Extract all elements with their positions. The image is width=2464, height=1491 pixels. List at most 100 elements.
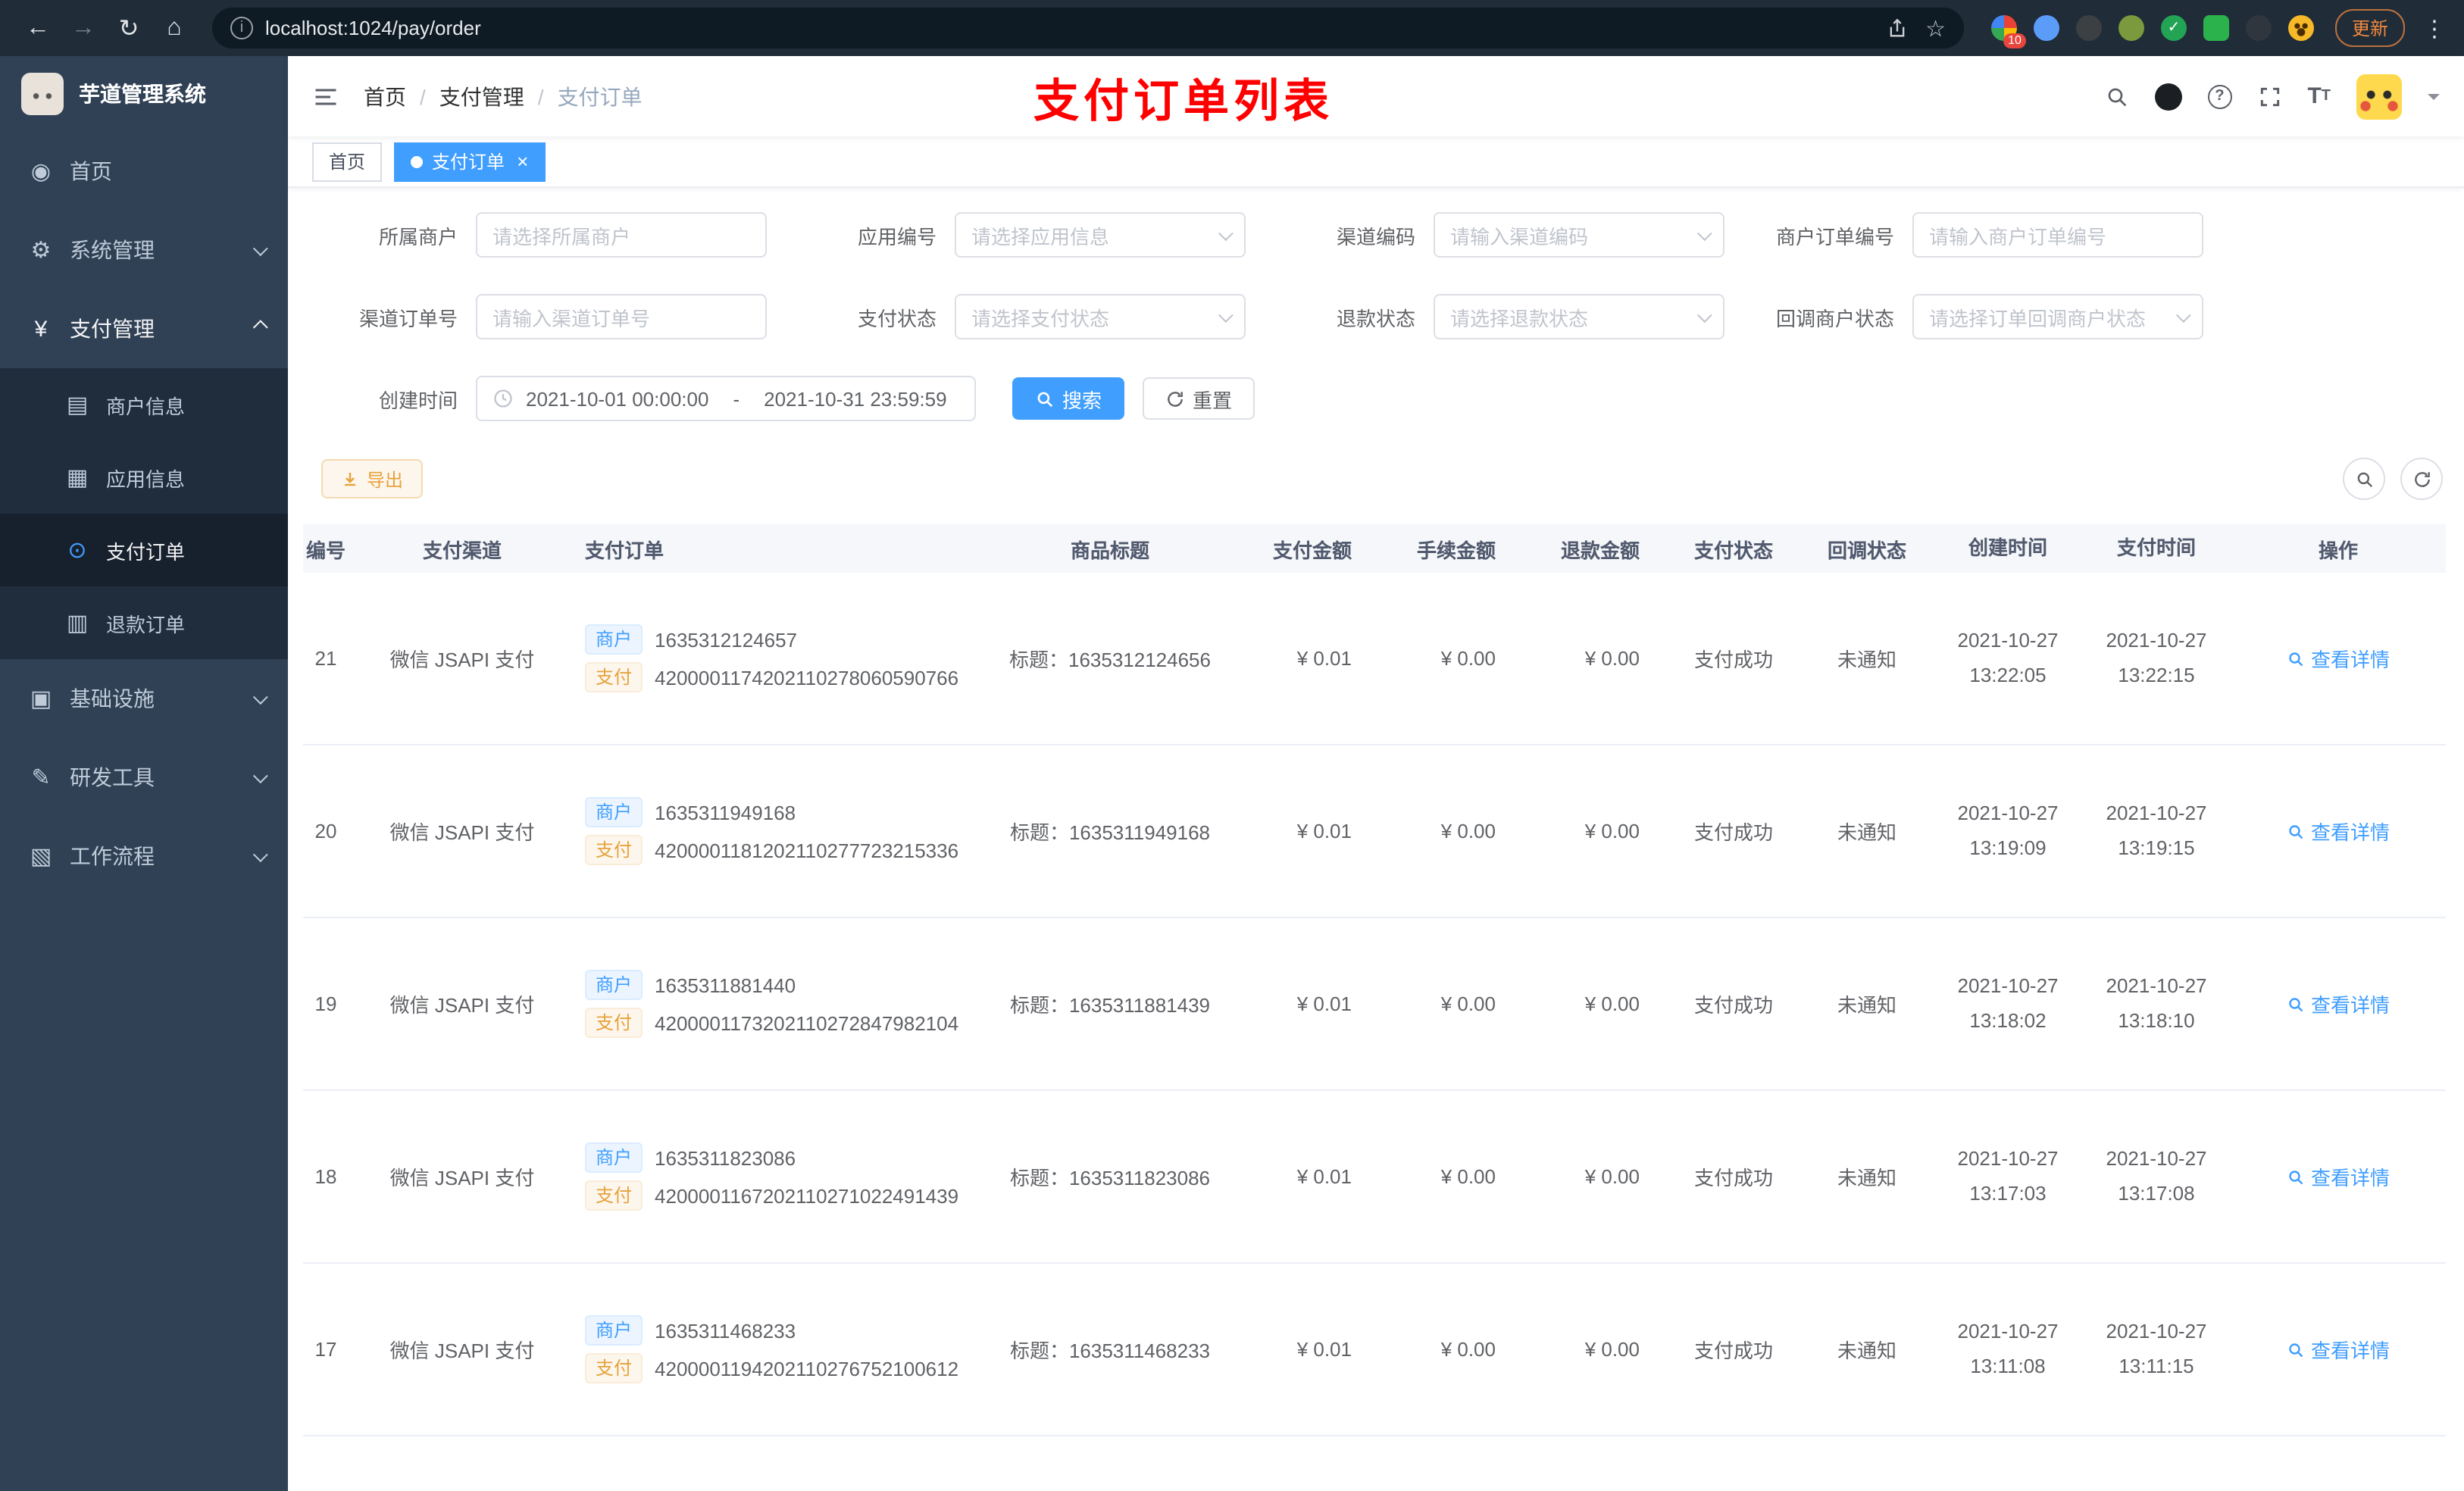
select-callback-status[interactable]: 请选择订单回调商户状态 — [1912, 294, 2203, 339]
cell-amount: ¥ 0.01 — [1296, 992, 1352, 1015]
pay-tag: 支付 — [585, 1353, 643, 1383]
orders-table: 编号 支付渠道 支付订单 商品标题 支付金额 手续金额 退款金额 支付状态 回调状态 创建时间 支付… — [303, 524, 2446, 1491]
input-merchant[interactable]: 请选择所属商户 — [476, 212, 767, 258]
table-toolbar: 导出 — [321, 458, 2443, 500]
app-logo[interactable]: 芋道管理系统 — [0, 56, 288, 132]
cell-channel: 微信 JSAPI 支付 — [389, 1167, 535, 1189]
date-separator: - — [733, 387, 740, 410]
column-header: 操作 — [2318, 539, 2358, 561]
select-pay-status[interactable]: 请选择支付状态 — [955, 294, 1246, 339]
sidebar-item-system[interactable]: ⚙ 系统管理 — [0, 211, 288, 289]
share-icon[interactable] — [1886, 17, 1907, 39]
hamburger-icon[interactable] — [312, 83, 339, 110]
chevron-down-icon — [252, 240, 268, 256]
extension-icon-6[interactable] — [2203, 15, 2229, 41]
export-button[interactable]: 导出 — [321, 459, 424, 499]
chevron-down-icon — [1218, 307, 1234, 323]
filter-field-merchant: 所属商户 请选择所属商户 — [330, 212, 767, 258]
view-detail-link[interactable]: 查看详情 — [2287, 1162, 2390, 1191]
reload-icon[interactable]: ↻ — [109, 8, 149, 48]
chevron-down-icon — [2175, 307, 2191, 323]
sidebar-item-merchant-info[interactable]: ▤ 商户信息 — [0, 368, 288, 441]
search-button[interactable]: 搜索 — [1012, 377, 1125, 420]
address-bar[interactable]: i localhost:1024/pay/order ☆ — [212, 8, 1964, 48]
sidebar-item-label: 退款订单 — [106, 613, 186, 636]
extension-icon-4[interactable] — [2118, 15, 2144, 41]
date-end: 2021-10-31 23:59:59 — [764, 387, 947, 410]
forward-icon[interactable]: → — [64, 8, 103, 48]
input-channel-order-no[interactable]: 请输入渠道订单号 — [476, 294, 767, 339]
info-icon[interactable]: i — [230, 17, 253, 39]
select-refund-status[interactable]: 请选择退款状态 — [1434, 294, 1724, 339]
tag-首页[interactable]: 首页 — [312, 142, 383, 181]
tool-icon: ✎ — [31, 765, 51, 791]
close-icon[interactable]: × — [517, 152, 528, 171]
cell-fee: ¥ 0.00 — [1440, 820, 1496, 842]
avatar[interactable] — [2356, 73, 2402, 119]
filter-label: 退款状态 — [1336, 307, 1415, 330]
extension-icon-7[interactable] — [2245, 15, 2272, 41]
cell-id: 17 — [314, 1338, 337, 1361]
select-channel-code[interactable]: 请输入渠道编码 — [1434, 212, 1724, 258]
font-size-icon[interactable]: TT — [2307, 83, 2331, 109]
sidebar-item-home[interactable]: ◉ 首页 — [0, 132, 288, 211]
extension-icon-2[interactable] — [2033, 15, 2059, 41]
github-icon[interactable] — [2154, 83, 2182, 110]
update-button[interactable]: 更新 — [2334, 9, 2405, 47]
breadcrumb-item[interactable]: 首页 — [364, 81, 406, 111]
input-merchant-order-no[interactable]: 请输入商户订单编号 — [1912, 212, 2203, 258]
view-detail-link[interactable]: 查看详情 — [2287, 817, 2390, 846]
sidebar-item-dev-tools[interactable]: ✎ 研发工具 — [0, 738, 288, 817]
gear-icon: ⚙ — [30, 238, 52, 264]
merchant-tag: 商户 — [585, 1142, 643, 1173]
merchant-tag: 商户 — [585, 1315, 643, 1346]
select-app-id[interactable]: 请选择应用信息 — [955, 212, 1246, 258]
view-detail-link[interactable]: 查看详情 — [2287, 989, 2390, 1018]
view-detail-link[interactable]: 查看详情 — [2287, 1335, 2390, 1364]
reset-button[interactable]: 重置 — [1143, 377, 1255, 420]
cell-title: 标题：1635312124656 — [1009, 649, 1211, 671]
sidebar-item-refund-order[interactable]: ▥ 退款订单 — [0, 586, 288, 659]
cell-id: 18 — [314, 1165, 337, 1188]
sidebar-item-payment[interactable]: ¥ 支付管理 — [0, 289, 288, 368]
help-icon[interactable]: ? — [2207, 84, 2232, 108]
back-icon[interactable]: ← — [18, 8, 58, 48]
refresh-icon — [2414, 471, 2429, 486]
merchant-order-no: 1635311823086 — [655, 1146, 796, 1169]
breadcrumb-item[interactable]: 支付管理 — [439, 81, 524, 111]
chevron-down-icon — [1696, 307, 1712, 323]
fullscreen-icon[interactable] — [2257, 84, 2281, 108]
view-detail-link[interactable]: 查看详情 — [2287, 644, 2390, 673]
cell-action: 查看详情 — [2231, 1162, 2446, 1191]
refresh-table-button[interactable] — [2400, 458, 2443, 500]
search-icon[interactable] — [2104, 84, 2128, 108]
channel-pay-no: 4200001181202110277723215336 — [655, 839, 959, 861]
extension-icon-3[interactable] — [2075, 15, 2102, 41]
channel-pay-no: 4200001173202110272847982104 — [655, 1011, 959, 1034]
chevron-down-icon[interactable] — [2428, 93, 2440, 105]
cell-pay-order: 商户 1635311949168 支付 42000011812021102777232… — [576, 789, 985, 873]
tag-支付订单[interactable]: 支付订单 × — [394, 142, 546, 181]
record-icon: ⊙ — [67, 538, 87, 564]
filter-label: 渠道编码 — [1336, 225, 1415, 248]
column-header: 支付渠道 — [422, 539, 502, 561]
extension-icon-5[interactable]: ✓ — [2160, 15, 2187, 41]
extension-icon-1[interactable]: 10 — [1990, 15, 2026, 48]
filter-field-refund-status: 退款状态 请选择退款状态 — [1288, 294, 1724, 339]
column-header: 支付订单 — [585, 539, 664, 561]
table-row: 19 微信 JSAPI 支付 商户 1635311881440 支付 4200001173… — [303, 918, 2446, 1091]
tags-bar: 首页 支付订单 × — [288, 136, 2464, 188]
filter-field-create-time: 创建时间 2021-10-01 00:00:00 - 2021-10-31 23… — [330, 376, 976, 421]
date-range-picker[interactable]: 2021-10-01 00:00:00 - 2021-10-31 23:59:5… — [476, 376, 976, 421]
sidebar-item-label: 工作流程 — [70, 844, 155, 868]
menu-dots-icon[interactable]: ⋮ — [2423, 14, 2446, 42]
sidebar-item-workflow[interactable]: ▧ 工作流程 — [0, 817, 288, 896]
extension-icon-8[interactable] — [2287, 15, 2314, 41]
sidebar-item-infrastructure[interactable]: ▣ 基础设施 — [0, 659, 288, 738]
sidebar-item-pay-order[interactable]: ⊙ 支付订单 — [0, 514, 288, 586]
star-icon[interactable]: ☆ — [1925, 14, 1946, 42]
sidebar-item-app-info[interactable]: ▦ 应用信息 — [0, 441, 288, 514]
filter-field-pay-status: 支付状态 请选择支付状态 — [809, 294, 1246, 339]
toggle-search-button[interactable] — [2343, 458, 2385, 500]
home-icon[interactable]: ⌂ — [155, 8, 194, 48]
